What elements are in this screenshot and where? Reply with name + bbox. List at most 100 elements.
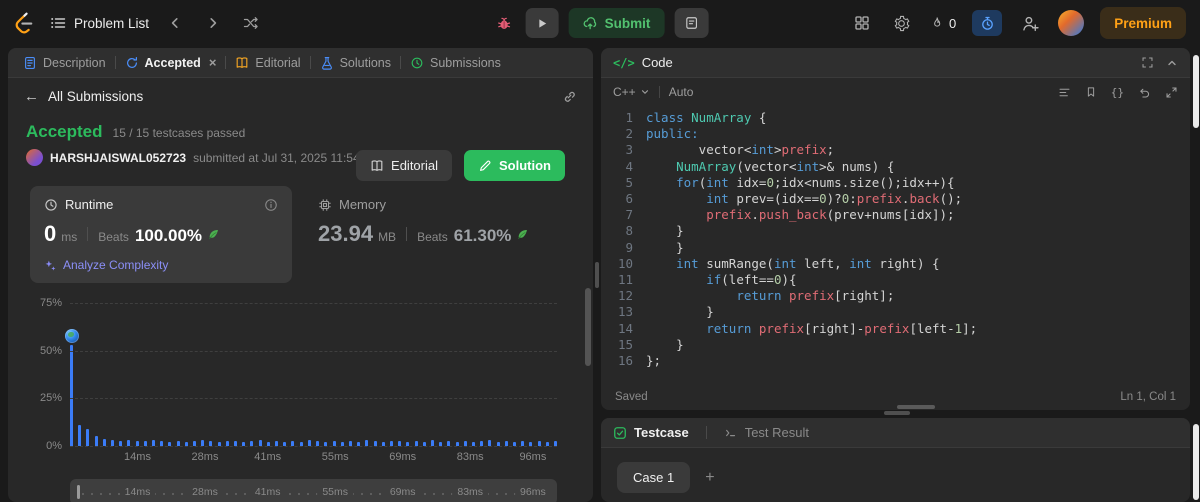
language-select[interactable]: C++ [613,85,650,99]
language-label: C++ [613,85,636,99]
line-number: 14 [617,320,633,336]
panel-resize-handle-vertical[interactable] [595,262,599,288]
panel-resize-handle-horizontal[interactable] [884,411,910,415]
submitter-name[interactable]: HARSHJAISWAL052723 [50,151,186,165]
editorial-button-label: Editorial [391,158,438,173]
copy-link-button[interactable] [562,89,577,104]
line-number: 13 [617,304,633,320]
tab-editorial[interactable]: Editorial [226,48,309,77]
chart-range-brush[interactable]: 14ms 28ms 41ms 55ms 69ms 83ms 96ms [70,479,557,502]
invite-user-button[interactable] [1018,11,1042,35]
memory-card[interactable]: Memory 23.94 MB Beats 61.30% [292,186,571,283]
streak-counter[interactable]: 0 [930,16,956,31]
code-line[interactable]: 16}; [601,353,1190,369]
code-line[interactable]: 9 } [601,240,1190,256]
next-problem-button[interactable] [201,11,225,35]
tab-description[interactable]: Description [14,48,115,77]
chart-ytick-label: 50% [39,344,62,357]
problem-list-button[interactable]: Problem List [50,15,149,31]
leaf-icon [516,228,529,241]
analyze-complexity-label: Analyze Complexity [63,258,169,272]
settings-button[interactable] [890,11,914,35]
pencil-icon [480,160,491,171]
runtime-bar[interactable] [86,428,90,446]
prev-problem-button[interactable] [163,11,187,35]
reset-code-button[interactable] [1138,86,1151,99]
tab-testcase[interactable]: Testcase [613,425,689,440]
left-panel-scrollbar[interactable] [585,288,591,366]
run-button[interactable] [525,8,559,38]
window-scrollbar-thumb-top[interactable] [1193,55,1199,128]
code-editor[interactable]: 1 class NumArray {2 public: 3 vector<int>pr… [601,106,1190,369]
maximize-editor-button[interactable] [1165,86,1178,99]
info-icon[interactable] [264,198,278,212]
expand-code-panel-button[interactable] [1141,56,1154,69]
window-scrollbar-thumb-bottom[interactable] [1193,424,1199,500]
tab-test-result[interactable]: Test Result [724,425,809,440]
editor-horizontal-scrollbar[interactable] [641,405,1174,409]
close-tab-icon[interactable]: × [209,55,217,70]
person-add-icon [1022,16,1039,31]
code-line[interactable]: 7 prefix.push_back(prev+nums[idx]); [601,207,1190,223]
runtime-card[interactable]: Runtime 0 ms Beats 100.00% Analyze Compl… [30,186,292,283]
case-1-button[interactable]: Case 1 [617,462,691,493]
auto-toggle[interactable]: Auto [669,85,694,99]
all-submissions-link[interactable]: All Submissions [48,89,143,104]
runtime-bar[interactable] [94,436,98,446]
brush-handle[interactable] [77,485,80,499]
line-number: 4 [625,158,633,174]
grid-layout-icon [855,16,869,30]
leetcode-logo[interactable] [14,12,36,34]
debug-button[interactable] [492,11,516,35]
add-case-button[interactable]: + [705,469,714,487]
collapse-code-panel-button[interactable] [1166,57,1178,69]
runtime-bar[interactable] [102,439,106,446]
braces-icon[interactable]: {} [1111,86,1124,99]
code-line[interactable]: 14 return prefix[right]-prefix[left-1]; [601,321,1190,337]
streak-count: 0 [948,15,957,31]
format-code-button[interactable] [1058,86,1071,99]
terminal-icon [725,429,735,436]
editorial-button[interactable]: Editorial [356,150,452,181]
code-line[interactable]: 4 NumArray(vector<int>& nums) { [601,159,1190,175]
problem-list-icon [51,18,66,28]
code-panel-title[interactable]: Code [642,55,673,70]
back-arrow-icon[interactable]: ← [24,88,39,105]
shuffle-button[interactable] [239,11,263,35]
code-line[interactable]: 8 } [601,223,1190,239]
submitter-avatar[interactable] [26,149,43,166]
runtime-bar[interactable] [78,425,82,446]
runtime-beats-label: Beats [98,230,129,244]
submit-button[interactable]: Submit [568,8,665,38]
shuffle-icon [243,17,258,29]
code-line[interactable]: 12 return prefix[right]; [601,288,1190,304]
tab-submissions[interactable]: Submissions [401,48,510,77]
code-line[interactable]: 10 int sumRange(int left, int right) { [601,256,1190,272]
code-line[interactable]: 11 if(left==0){ [601,272,1190,288]
solution-button[interactable]: Solution [464,150,565,181]
tab-solutions[interactable]: Solutions [311,48,400,77]
tab-accepted[interactable]: Accepted × [116,48,226,77]
user-avatar[interactable] [1058,10,1085,36]
line-number: 8 [625,223,633,239]
code-line[interactable]: 3 vector<int>prefix; [601,142,1190,158]
premium-button[interactable]: Premium [1100,7,1186,39]
runtime-bar[interactable] [70,344,73,446]
line-number: 10 [617,255,633,271]
code-line[interactable]: 6 int prev=(idx==0)?0:prefix.back(); [601,191,1190,207]
user-marker-globe-icon[interactable] [64,328,79,343]
layout-button[interactable] [850,11,874,35]
analyze-complexity-link[interactable]: Analyze Complexity [44,258,278,272]
line-number: 16 [617,353,633,369]
brush-tick-label: 96ms [515,486,551,498]
bookmark-button[interactable] [1085,86,1097,98]
code-line[interactable]: 5 for(int idx=0;idx<nums.size();idx++){ [601,175,1190,191]
timer-button[interactable] [972,10,1003,36]
code-line[interactable]: 1 class NumArray { [601,110,1190,126]
code-line[interactable]: 2 public: [601,126,1190,142]
code-line[interactable]: 13 } [601,304,1190,320]
notes-button[interactable] [674,8,709,38]
runtime-unit: ms [61,230,78,244]
submissions-history-icon [411,57,423,68]
code-line[interactable]: 15 } [601,337,1190,353]
